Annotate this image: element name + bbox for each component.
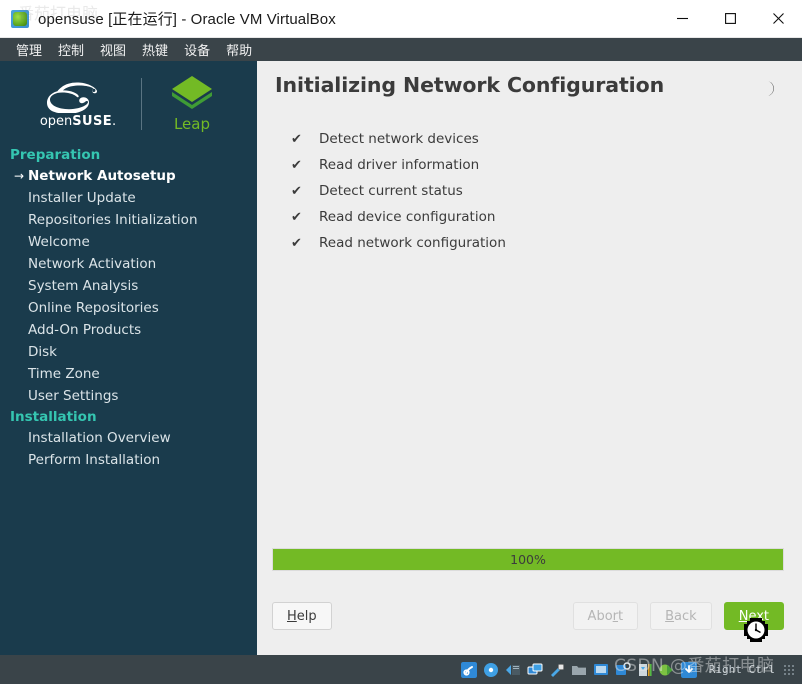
usb-icon[interactable] [549,662,565,678]
host-key-label: Right Ctrl [708,663,775,676]
window-title: opensuse [正在运行] - Oracle VM VirtualBox [38,11,336,28]
branding-row: openSUSE. Leap [0,61,257,139]
nav-section-installation: Installation [10,409,97,425]
branding-divider [141,78,142,130]
window-controls [658,0,802,38]
sidebar-item-installation-overview[interactable]: Installation Overview [0,427,257,449]
sidebar-item-time-zone[interactable]: Time Zone [0,363,257,385]
installer-nav: Preparation Network Autosetup Installer … [0,139,257,471]
check-icon: ✔ [291,209,302,225]
menu-item-help[interactable]: 帮助 [218,38,260,61]
sidebar-item-user-settings[interactable]: User Settings [0,385,257,407]
sidebar-item-network-autosetup[interactable]: Network Autosetup [0,165,257,187]
optical-drive-icon[interactable] [483,662,499,678]
moon-icon[interactable] [758,76,782,100]
task-label: Detect current status [319,183,463,199]
leap-logo: Leap [159,75,225,133]
menu-item-hotkeys[interactable]: 热键 [134,38,176,61]
mouse-icon[interactable] [659,662,675,678]
features-icon[interactable] [637,662,653,678]
task-list: ✔ Detect network devices ✔ Read driver i… [275,126,784,256]
sidebar-item-add-on-products[interactable]: Add-On Products [0,319,257,341]
dialog-button-row: Help Abo r t Back Next [272,601,784,631]
minimize-icon[interactable] [658,0,706,38]
installer-sidebar: openSUSE. Leap Preparation → Network Aut… [0,61,257,655]
menu-item-manage[interactable]: 管理 [8,38,50,61]
progress-bar-label: 100% [510,552,546,567]
sidebar-item-perform-installation[interactable]: Perform Installation [0,449,257,471]
virtualbox-window: opensuse [正在运行] - Oracle VM VirtualBox 番… [0,0,802,684]
menubar: 管理 控制 视图 热键 设备 帮助 [0,38,802,61]
progress-bar: 100% [272,548,784,571]
task-label: Read network configuration [319,235,506,251]
opensuse-wordmark: openSUSE. [40,114,116,129]
shared-folders-icon[interactable] [571,662,587,678]
task-row: ✔ Read network configuration [291,230,784,256]
resize-grip[interactable] [783,664,794,675]
hard-disk-icon[interactable] [460,661,477,678]
statusbar-icons [460,661,697,678]
sidebar-item-online-repositories[interactable]: Online Repositories [0,297,257,319]
check-icon: ✔ [291,157,302,173]
task-row: ✔ Detect current status [291,178,784,204]
nav-section-preparation: Preparation [10,147,101,163]
opensuse-word-tm: . [112,114,117,129]
maximize-icon[interactable] [706,0,754,38]
virtualbox-guest-icon [11,9,29,28]
opensuse-word-open: open [39,114,73,129]
next-button[interactable]: Next [723,602,784,630]
check-icon: ✔ [291,131,302,147]
close-icon[interactable] [754,0,802,38]
network-icon[interactable] [527,662,543,678]
progress-bar-fill: 100% [273,549,783,570]
installer-main-panel: Initializing Network Configuration ✔ Det… [257,61,802,655]
sidebar-item-welcome[interactable]: Welcome [0,231,257,253]
task-row: ✔ Detect network devices [291,126,784,152]
guest-screen: openSUSE. Leap Preparation → Network Aut… [0,61,802,655]
menu-item-view[interactable]: 视图 [92,38,134,61]
task-label: Detect network devices [319,131,479,147]
check-icon: ✔ [291,235,302,251]
task-label: Read device configuration [319,209,496,225]
virtualbox-statusbar: Right Ctrl [0,655,802,684]
check-icon: ✔ [291,183,302,199]
keyboard-icon[interactable] [680,661,697,678]
leap-diamond-icon [170,75,214,113]
task-row: ✔ Read driver information [291,152,784,178]
task-label: Read driver information [319,157,480,173]
opensuse-word-suse: SUSE [72,114,113,129]
chameleon-icon [47,79,109,113]
sidebar-item-installer-update[interactable]: Installer Update [0,187,257,209]
sidebar-item-network-activation[interactable]: Network Activation [0,253,257,275]
help-button[interactable]: Help [272,602,332,630]
display-icon[interactable] [593,662,609,678]
menu-item-devices[interactable]: 设备 [176,38,218,61]
abort-button[interactable]: Abo r t [572,602,639,630]
page-title: Initializing Network Configuration [275,73,665,97]
sidebar-item-system-analysis[interactable]: System Analysis [0,275,257,297]
menu-item-control[interactable]: 控制 [50,38,92,61]
sidebar-item-disk[interactable]: Disk [0,341,257,363]
leap-label: Leap [173,115,211,133]
main-header: Initializing Network Configuration [275,61,784,100]
window-titlebar: opensuse [正在运行] - Oracle VM VirtualBox 番… [0,0,802,38]
recording-icon[interactable] [615,661,631,678]
task-row: ✔ Read device configuration [291,204,784,230]
opensuse-logo: openSUSE. [32,79,124,129]
sidebar-item-repositories-initialization[interactable]: Repositories Initialization [0,209,257,231]
floppy-drive-icon[interactable] [505,662,521,678]
back-button[interactable]: Back [650,602,712,630]
